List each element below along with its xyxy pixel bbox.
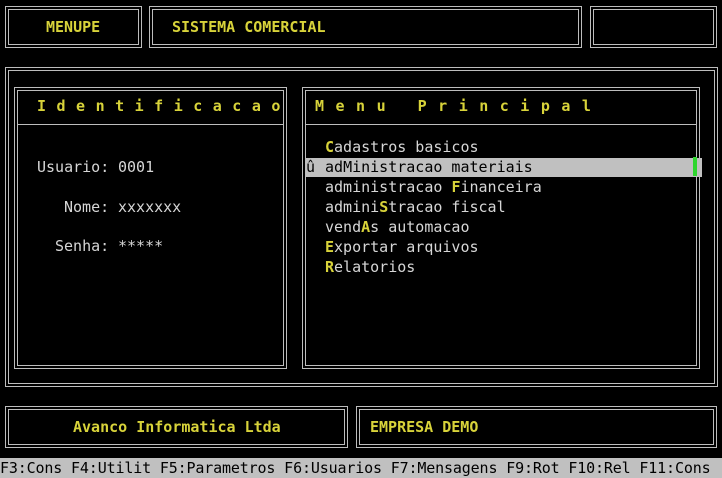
menu-item-hotkey: C — [325, 138, 335, 156]
app-title: SISTEMA COMERCIAL — [172, 18, 326, 36]
name-label: Nome: — [64, 198, 110, 216]
menu-item[interactable]: Exportar arquivos — [306, 238, 702, 257]
menu-item-text: inanceira — [460, 178, 542, 196]
menu-item-text: s automacao — [370, 218, 470, 236]
client-name: EMPRESA DEMO — [370, 418, 479, 436]
identification-title: Identificacao — [37, 97, 291, 115]
menu-item-text: tracao fiscal — [388, 198, 506, 216]
menu-title-divider — [306, 124, 696, 125]
identification-title-divider — [18, 124, 283, 125]
password-value[interactable]: ***** — [118, 237, 163, 255]
password-label: Senha: — [55, 237, 110, 255]
name-value[interactable]: xxxxxxx — [118, 198, 181, 216]
menu-item-hotkey: S — [379, 198, 389, 216]
header-left-label: MENUPE — [46, 18, 101, 36]
function-key-bar[interactable]: F3:Cons F4:Utilit F5:Parametros F6:Usuar… — [0, 458, 722, 478]
menu-item-text: inistracao materiais — [352, 158, 533, 176]
header-right-box — [590, 6, 717, 48]
menu-item-marker: û — [306, 158, 316, 176]
cursor-indicator — [693, 157, 697, 176]
menu-item-text: elatorios — [334, 258, 416, 276]
menu-item[interactable]: vendAs automacao — [306, 218, 702, 237]
menu-item[interactable]: Relatorios — [306, 258, 702, 277]
menu-item[interactable]: adminiStracao fiscal — [306, 198, 702, 217]
menu-item-text: admini — [325, 198, 380, 216]
menu-item[interactable]: administracao Financeira — [306, 178, 702, 197]
identification-panel — [14, 87, 287, 369]
menu-item-text: ad — [325, 158, 344, 176]
menu-item[interactable]: Cadastros basicos — [306, 138, 702, 157]
menu-item[interactable]: û adMinistracao materiais — [306, 158, 702, 177]
menu-item-text: vend — [325, 218, 362, 236]
user-value[interactable]: 0001 — [118, 158, 154, 176]
company-name: Avanco Informatica Ltda — [73, 418, 281, 436]
menu-item-hotkey: R — [325, 258, 335, 276]
menu-title: Menu Principal — [315, 97, 603, 115]
menu-item-hotkey: A — [361, 218, 371, 236]
menu-item-text: administracao — [325, 178, 452, 196]
menu-item-hotkey: M — [343, 158, 353, 176]
user-label: Usuario: — [37, 158, 110, 176]
menu-item-hotkey: E — [325, 238, 335, 256]
menu-item-text: adastros basicos — [334, 138, 479, 156]
menu-item-text: xportar arquivos — [334, 238, 479, 256]
